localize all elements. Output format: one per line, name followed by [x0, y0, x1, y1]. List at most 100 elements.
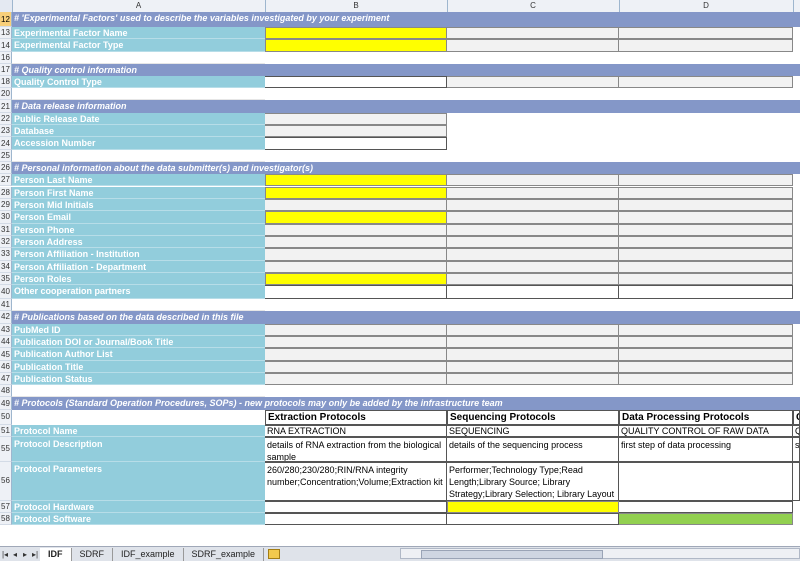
input-cell-b[interactable]	[265, 512, 447, 525]
field-label[interactable]: Publication Title	[12, 360, 265, 374]
empty-cell[interactable]	[12, 410, 265, 425]
section-header[interactable]: # Data release information	[12, 100, 800, 113]
input-cell-b[interactable]	[265, 285, 447, 300]
input-cell-b[interactable]	[265, 186, 447, 199]
row-number[interactable]: 46	[0, 360, 12, 374]
scrollbar-thumb[interactable]	[421, 550, 603, 559]
row-number[interactable]: 58	[0, 512, 12, 525]
row-number[interactable]: 44	[0, 336, 12, 349]
row-number[interactable]: 40	[0, 285, 12, 300]
input-cell-b[interactable]	[265, 272, 447, 286]
column-header-d[interactable]: D	[619, 0, 794, 12]
input-cell-b[interactable]	[265, 235, 447, 249]
input-cell-b[interactable]	[265, 500, 447, 513]
row-number[interactable]: 14	[0, 39, 12, 52]
horizontal-scrollbar[interactable]	[400, 548, 800, 559]
input-cell-d[interactable]	[619, 248, 793, 261]
input-cell-c[interactable]	[447, 336, 619, 349]
row-number[interactable]: 13	[0, 27, 12, 40]
input-cell-d[interactable]	[619, 260, 793, 273]
empty-cell[interactable]	[12, 88, 265, 101]
field-label[interactable]: Person Phone	[12, 223, 265, 236]
field-label[interactable]: Person Address	[12, 235, 265, 249]
input-cell-d[interactable]	[619, 272, 793, 286]
input-cell-c[interactable]	[447, 360, 619, 374]
protocol-description-cell[interactable]: first step of data processing	[619, 436, 793, 462]
input-cell-b[interactable]	[265, 223, 447, 236]
input-cell-c[interactable]	[447, 223, 619, 236]
row-number[interactable]: 27	[0, 174, 12, 187]
row-number[interactable]: 16	[0, 51, 12, 64]
input-cell-d[interactable]	[619, 336, 793, 349]
field-label[interactable]: Person First Name	[12, 186, 265, 199]
input-cell-c[interactable]	[447, 323, 619, 336]
row-number[interactable]: 22	[0, 112, 12, 126]
field-label[interactable]: Experimental Factor Type	[12, 39, 265, 52]
insert-sheet-icon[interactable]	[268, 549, 281, 559]
protocol-description-cell[interactable]: details of RNA extraction from the biolo…	[265, 436, 447, 462]
row-number[interactable]: 31	[0, 223, 12, 236]
field-label[interactable]: Person Affiliation - Institution	[12, 248, 265, 261]
last-sheet-icon[interactable]: ▸|	[30, 550, 40, 559]
input-cell-d[interactable]	[619, 373, 793, 386]
field-label[interactable]: Publication Status	[12, 373, 265, 386]
field-label[interactable]: Experimental Factor Name	[12, 27, 265, 40]
column-header-c[interactable]: C	[447, 0, 620, 12]
input-cell-b[interactable]	[265, 360, 447, 374]
input-cell-b[interactable]	[265, 211, 447, 224]
input-cell-c[interactable]	[447, 285, 619, 300]
input-cell-b[interactable]	[265, 373, 447, 386]
field-label[interactable]: Person Last Name	[12, 174, 265, 187]
input-cell-d[interactable]	[619, 235, 793, 249]
input-cell-c[interactable]	[447, 373, 619, 386]
input-cell-c[interactable]	[447, 186, 619, 199]
row-number[interactable]: 56	[0, 461, 12, 501]
input-cell-b[interactable]	[265, 27, 447, 40]
field-label[interactable]: Publication Author List	[12, 348, 265, 361]
field-label[interactable]: PubMed ID	[12, 323, 265, 336]
row-number[interactable]: 21	[0, 100, 12, 113]
input-cell-c[interactable]	[447, 27, 619, 40]
input-cell-b[interactable]	[265, 260, 447, 273]
next-sheet-icon[interactable]: ▸	[20, 550, 30, 559]
input-cell-d[interactable]	[619, 348, 793, 361]
row-number[interactable]: 23	[0, 125, 12, 138]
field-label[interactable]: Protocol Name	[12, 424, 265, 437]
protocol-name-cell[interactable]: SEQUENCING	[447, 424, 619, 437]
field-label[interactable]: Person Mid Initials	[12, 198, 265, 212]
empty-cell[interactable]	[12, 299, 265, 312]
field-label[interactable]: Protocol Description	[12, 436, 265, 462]
row-number[interactable]: 41	[0, 299, 12, 312]
input-cell-b[interactable]	[265, 248, 447, 261]
input-cell-b[interactable]	[265, 137, 447, 150]
input-cell-c[interactable]	[447, 174, 619, 187]
sheet-tab-sdrf[interactable]: SDRF	[72, 547, 113, 561]
column-header-a[interactable]: A	[12, 0, 266, 12]
row-number[interactable]: 20	[0, 88, 12, 101]
input-cell-c[interactable]	[447, 211, 619, 224]
section-header[interactable]: # 'Experimental Factors' used to describ…	[12, 12, 800, 27]
input-cell-b[interactable]	[265, 76, 447, 89]
protocol-type-header[interactable]: Sequencing Protocols	[447, 409, 619, 425]
input-cell-d[interactable]	[619, 500, 793, 513]
field-label[interactable]: Quality Control Type	[12, 76, 265, 89]
input-cell-d[interactable]	[619, 323, 793, 336]
field-label[interactable]: Protocol Software	[12, 512, 265, 525]
field-label[interactable]: Accession Number	[12, 137, 265, 150]
field-label[interactable]: Person Affiliation - Department	[12, 260, 265, 273]
section-header[interactable]: # Personal information about the data su…	[12, 161, 800, 175]
input-cell-c[interactable]	[447, 512, 619, 525]
field-label[interactable]: Person Roles	[12, 272, 265, 286]
protocol-name-cell[interactable]: Q	[793, 424, 800, 437]
protocol-description-cell[interactable]: se	[793, 436, 800, 462]
protocol-type-header[interactable]: Data Processing Protocols	[619, 409, 793, 425]
input-cell-b[interactable]	[265, 348, 447, 361]
row-number[interactable]: 55	[0, 436, 12, 462]
protocol-name-cell[interactable]: RNA EXTRACTION	[265, 424, 447, 437]
row-number[interactable]: 51	[0, 424, 12, 437]
row-number[interactable]: 57	[0, 500, 12, 513]
sheet-tab-sdrf-example[interactable]: SDRF_example	[184, 547, 265, 561]
row-number[interactable]: 17	[0, 63, 12, 77]
input-cell-c[interactable]	[447, 76, 619, 89]
input-cell-d[interactable]	[619, 285, 793, 300]
